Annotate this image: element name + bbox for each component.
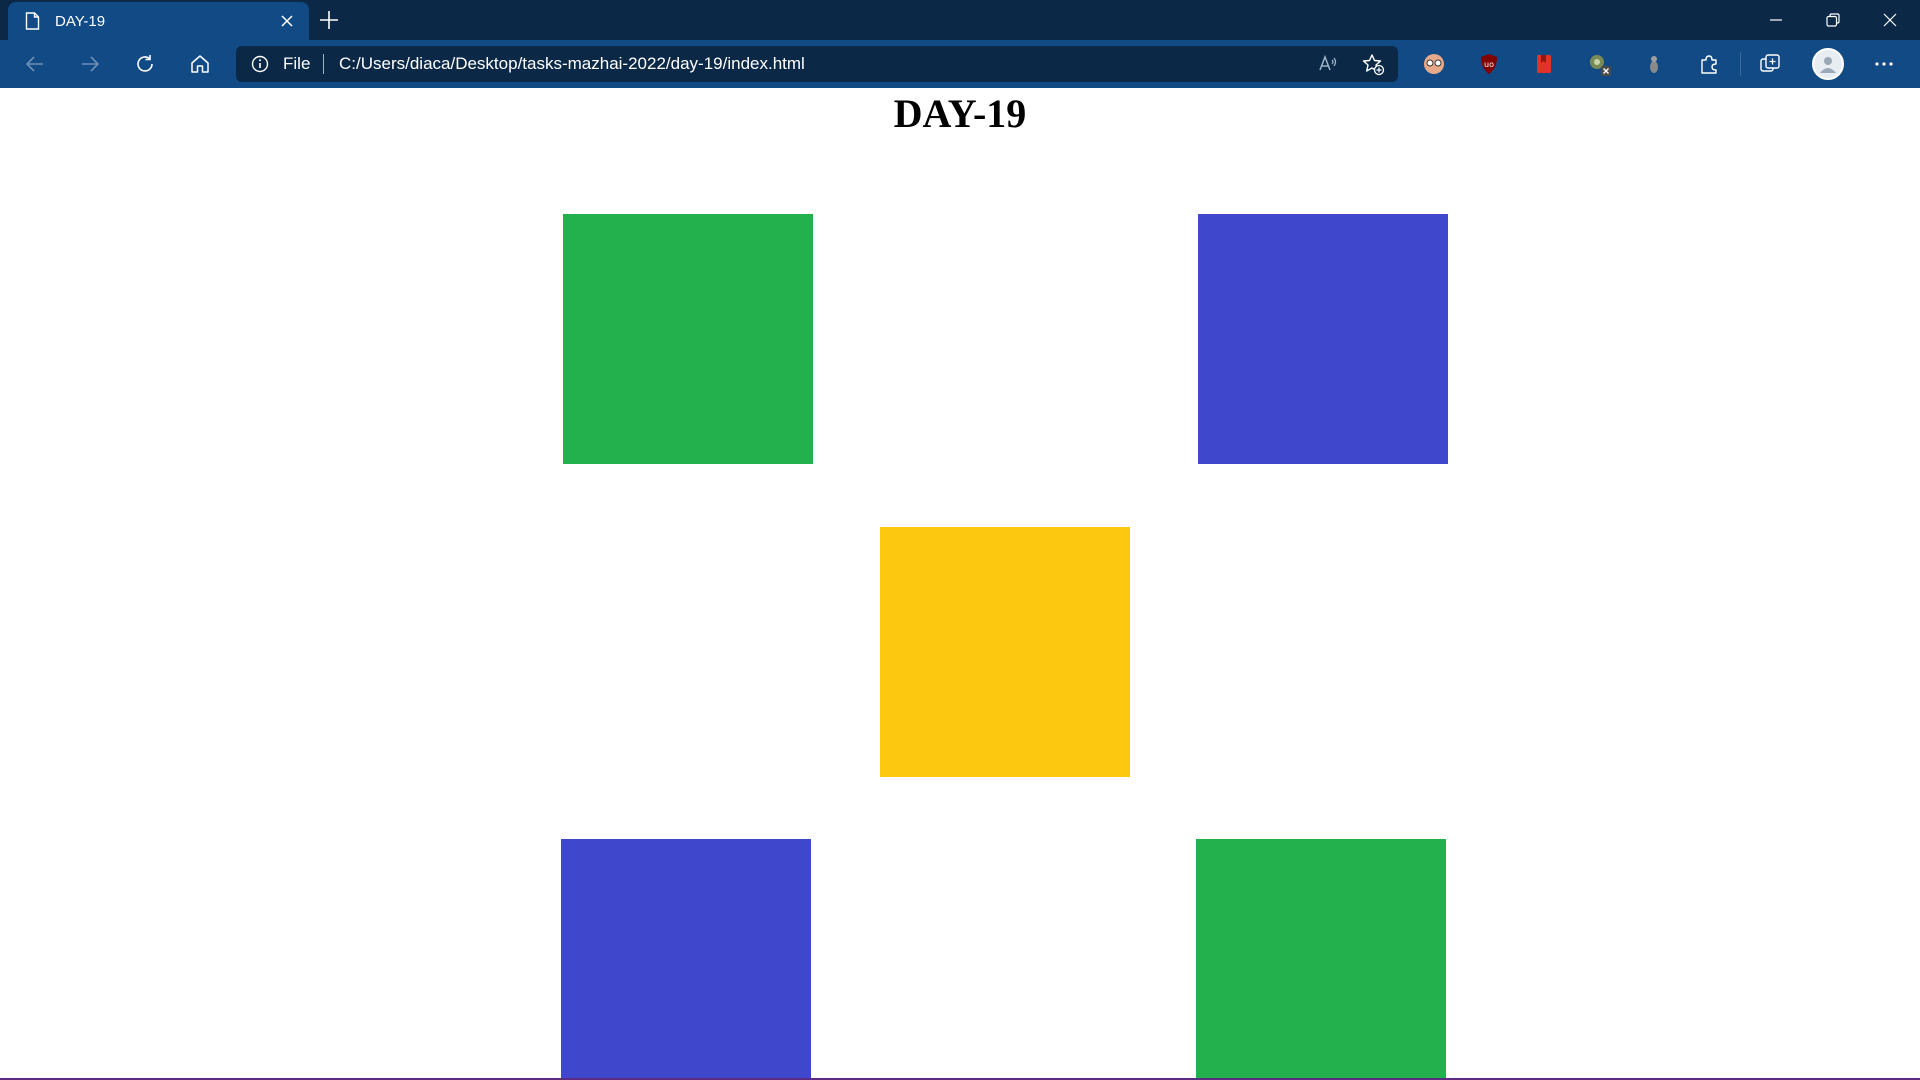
tab-title: DAY-19 [55,13,106,30]
blue-box-bottom-left [561,839,811,1078]
extension-face-icon[interactable] [1422,52,1446,76]
read-aloud-icon[interactable] [1316,52,1340,76]
refresh-icon [137,55,153,72]
toolbar-divider [1740,52,1741,76]
collections-icon[interactable] [1758,52,1782,76]
minimize-button[interactable] [1748,0,1804,40]
info-icon[interactable] [251,55,269,73]
arrow-right-icon [82,56,100,72]
refresh-button[interactable] [127,48,163,80]
page-icon [25,12,40,30]
browser-tab[interactable]: DAY-19 [8,2,309,40]
page-viewport: DAY-19 [0,88,1920,1080]
ublock-shield-icon[interactable]: uo [1477,52,1501,76]
profile-icon [1820,57,1836,73]
new-tab-icon[interactable] [318,9,340,31]
arrow-left-icon [25,56,43,72]
close-icon [1883,13,1897,27]
title-bar: DAY-19 [0,0,1920,40]
page-title: DAY-19 [893,91,1027,136]
minimize-icon [1770,19,1782,21]
add-favorite-icon[interactable] [1361,52,1385,76]
profile-avatar[interactable] [1812,48,1844,80]
green-box-bottom-right [1196,839,1446,1078]
home-button[interactable] [182,48,218,80]
url-scheme-label: File [283,54,311,73]
restore-icon [1826,13,1840,27]
address-separator [323,54,324,74]
svg-text:uo: uo [1484,60,1494,69]
close-tab-icon[interactable] [278,12,296,30]
blue-box-top-right [1198,214,1448,464]
more-options-icon[interactable] [1872,52,1896,76]
browser-toolbar: File C:/Users/diaca/Desktop/tasks-mazhai… [0,40,1920,88]
extensions-puzzle-icon[interactable] [1697,52,1721,76]
puppet-extension-icon[interactable] [1642,52,1666,76]
restore-button[interactable] [1805,0,1861,40]
forward-button[interactable] [72,48,108,80]
yellow-box-center [880,527,1130,777]
home-icon [191,55,209,73]
back-button[interactable] [17,48,53,80]
address-bar[interactable]: File C:/Users/diaca/Desktop/tasks-mazhai… [236,46,1398,82]
bookmark-extension-icon[interactable] [1532,52,1556,76]
url-text[interactable]: C:/Users/diaca/Desktop/tasks-mazhai-2022… [339,54,805,74]
satellite-extension-icon[interactable] [1587,52,1611,76]
close-window-button[interactable] [1862,0,1918,40]
green-box-top-left [563,214,813,464]
